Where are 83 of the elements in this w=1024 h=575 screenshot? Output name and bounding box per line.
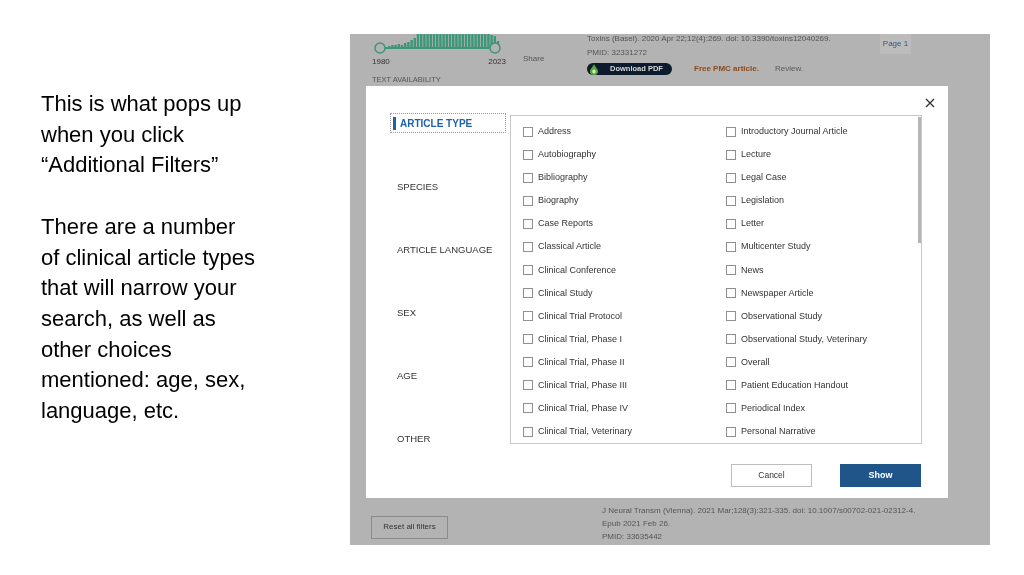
checkbox[interactable] [726, 265, 736, 275]
checkbox[interactable] [726, 380, 736, 391]
year-label: 2023 [488, 57, 506, 67]
citation-text: PMID: 33635442 [602, 531, 663, 543]
checkbox[interactable] [523, 218, 533, 229]
scrollbar-thumb[interactable] [918, 117, 921, 243]
checkbox[interactable] [726, 426, 736, 437]
body-text: This is what pops up when you click “Additional Filters” [41, 90, 243, 180]
checkbox[interactable] [523, 126, 533, 137]
page-indicator: Page 1 [880, 34, 911, 54]
checkbox-label: Address [538, 126, 572, 138]
checkbox[interactable] [726, 403, 736, 414]
checkbox-label: Clinical Trial, Veterinary [538, 426, 633, 438]
filter-category-tab[interactable]: AGE [390, 365, 506, 385]
checkbox[interactable] [523, 149, 533, 160]
checkbox-label: Clinical Trial, Phase II [538, 356, 625, 368]
checkbox-label: News [741, 264, 764, 276]
filter-category-tab[interactable]: SPECIES [390, 176, 506, 196]
slider-handle[interactable] [489, 42, 501, 54]
checkbox[interactable] [523, 265, 533, 275]
checkbox[interactable] [726, 334, 736, 345]
checkbox[interactable] [523, 172, 533, 183]
drop-icon [590, 63, 598, 75]
checkbox[interactable] [726, 172, 736, 183]
checkbox[interactable] [523, 426, 533, 437]
checkbox-label: Biography [538, 195, 579, 207]
checkbox[interactable] [523, 241, 533, 252]
checkbox-label: Patient Education Handout [741, 379, 849, 391]
checkbox-label: Autobiography [538, 149, 597, 161]
pmid-text: PMID: 32331272 [587, 48, 648, 58]
dialog-button[interactable]: Cancel [731, 464, 812, 487]
checkbox-label: Letter [741, 218, 764, 230]
access-label: Free PMC article. [694, 63, 759, 75]
checkbox-label: Observational Study [741, 310, 823, 322]
checkbox-label: Personal Narrative [741, 426, 816, 438]
close-icon[interactable] [925, 98, 935, 108]
checkbox[interactable] [523, 311, 533, 322]
checkbox-label: Observational Study, Veterinary [741, 333, 867, 345]
checkbox[interactable] [726, 218, 736, 229]
checkbox[interactable] [726, 149, 736, 160]
checkbox[interactable] [523, 380, 533, 391]
filter-category-tab[interactable]: OTHER [390, 428, 506, 448]
checkbox-label: Classical Article [538, 241, 602, 253]
filter-category-tab[interactable]: ARTICLE LANGUAGE [390, 239, 506, 259]
filter-category-tab[interactable]: ARTICLE TYPE [390, 113, 506, 133]
dialog-button[interactable]: Show [840, 464, 921, 487]
checkbox-label: Legislation [741, 195, 785, 207]
body-text: There are a number of clinical article types that will narrow your search, as well as other choices mentioned: age, sex, language, etc. [41, 212, 256, 425]
citation-text: Toxins (Basel). 2020 Apr 22;12(4):269. doi: 10.3390/toxins12040269. [587, 34, 831, 44]
checkbox-label: Clinical Trial Protocol [538, 310, 623, 322]
checkbox[interactable] [523, 403, 533, 414]
citation-text: Epub 2021 Feb 26. [602, 518, 671, 530]
checkbox-label: Clinical Study [538, 287, 593, 299]
checkbox-label: Legal Case [741, 172, 787, 184]
citation-text: J Neural Transm (Vienna). 2021 Mar;128(3):321-335. doi: 10.1007/s00702-021-02312-4. [602, 505, 916, 517]
year-label: 1980 [372, 57, 390, 67]
checkbox[interactable] [726, 195, 736, 206]
slider-handle[interactable] [374, 42, 386, 54]
checkbox-label: Periodical Index [741, 402, 806, 414]
share-link[interactable]: Share [523, 54, 545, 63]
checkbox-label: Overall [741, 356, 770, 368]
checkbox[interactable] [726, 126, 736, 137]
checkbox-label: Clinical Trial, Phase I [538, 333, 623, 345]
checkbox-label: Introductory Journal Article [741, 126, 848, 138]
checkbox[interactable] [523, 334, 533, 345]
checkbox[interactable] [523, 357, 533, 368]
checkbox[interactable] [726, 241, 736, 252]
article-type-label: Review. [774, 63, 803, 75]
checkbox-label: Lecture [741, 149, 772, 161]
checkbox-label: Bibliography [538, 172, 588, 184]
checkbox[interactable] [726, 357, 736, 368]
checkbox[interactable] [726, 311, 736, 322]
filter-category-tab[interactable]: SEX [390, 302, 506, 322]
checkbox-label: Clinical Trial, Phase III [538, 379, 628, 391]
checkbox[interactable] [523, 195, 533, 206]
checkbox-label: Multicenter Study [741, 241, 811, 253]
checkbox[interactable] [523, 288, 533, 299]
checkbox-label: Newspaper Article [741, 287, 814, 299]
checkbox[interactable] [726, 288, 736, 299]
checkbox-label: Clinical Conference [538, 264, 617, 276]
checkbox-label: Clinical Trial, Phase IV [538, 402, 629, 414]
reset-filters-button[interactable]: Reset all filters [371, 515, 448, 539]
checkbox-label: Case Reports [538, 218, 594, 230]
